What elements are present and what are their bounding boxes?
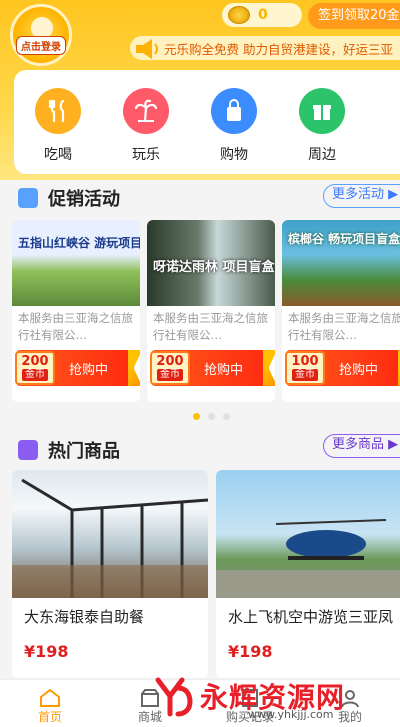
category-shopping[interactable]: 购物 bbox=[190, 70, 278, 174]
category-label: 吃喝 bbox=[44, 147, 72, 163]
coin-icon bbox=[228, 6, 250, 24]
watermark: 永辉资源网 www.yhkjjj.com bbox=[152, 664, 400, 727]
category-grid: 吃喝 玩乐 购物 周边 bbox=[14, 70, 400, 174]
megaphone-icon bbox=[136, 39, 158, 59]
coin-balance[interactable]: 0 bbox=[222, 3, 302, 27]
coin-unit: 金币 bbox=[22, 369, 48, 381]
promo-carousel[interactable]: 五指山红峡谷 游玩项目盲盒 本服务由三亚海之信旅行社有限公… 200 金币 抢购… bbox=[12, 220, 400, 402]
product-title: 大东海银泰自助餐 bbox=[24, 608, 145, 626]
promo-desc: 本服务由三亚海之信旅行社有限公… bbox=[288, 311, 400, 342]
product-image bbox=[216, 470, 400, 598]
promo-card[interactable]: 五指山红峡谷 游玩项目盲盒 本服务由三亚海之信旅行社有限公… 200 金币 抢购… bbox=[12, 220, 140, 402]
coin-box: 200 金币 bbox=[150, 351, 190, 385]
palm-tree-icon bbox=[123, 88, 169, 134]
coin-unit: 金币 bbox=[157, 369, 183, 381]
category-nearby[interactable]: 周边 bbox=[278, 70, 366, 174]
buy-status: 抢购中 bbox=[69, 362, 109, 378]
coin-balance-value: 0 bbox=[258, 7, 268, 23]
product-price: ¥198 bbox=[24, 642, 69, 661]
gift-icon bbox=[18, 188, 38, 208]
coin-amount: 200 bbox=[156, 354, 184, 369]
promo-card[interactable]: 呀诺达雨林 项目盲盒 本服务由三亚海之信旅行社有限公… 200 金币 抢购中 bbox=[147, 220, 275, 402]
section-title: 促销活动 bbox=[48, 189, 120, 210]
promo-image: 呀诺达雨林 项目盲盒 bbox=[147, 220, 275, 306]
more-activities-button[interactable]: 更多活动 ▶ bbox=[323, 184, 400, 208]
gift-icon bbox=[299, 88, 345, 134]
product-price: ¥198 bbox=[228, 642, 273, 661]
food-icon bbox=[35, 88, 81, 134]
section-title: 热门商品 bbox=[48, 441, 120, 462]
promo-image-caption: 槟榔谷 畅玩项目盲盒 bbox=[288, 232, 400, 246]
more-products-button[interactable]: 更多商品 ▶ bbox=[323, 434, 400, 458]
price-tag: 200 金币 抢购中 bbox=[150, 350, 269, 386]
category-label: 玩乐 bbox=[132, 147, 160, 163]
promo-card[interactable]: 槟榔谷 畅玩项目盲盒 本服务由三亚海之信旅行社有限公… 100 金币 抢购中 bbox=[282, 220, 400, 402]
promo-image: 槟榔谷 畅玩项目盲盒 bbox=[282, 220, 400, 306]
price-tag: 200 金币 抢购中 bbox=[15, 350, 134, 386]
more-label: 更多商品 bbox=[332, 437, 385, 452]
carousel-dot[interactable] bbox=[208, 413, 215, 420]
product-card[interactable]: 大东海银泰自助餐 ¥198 bbox=[12, 470, 208, 678]
hot-goods-icon bbox=[18, 440, 38, 460]
promo-image: 五指山红峡谷 游玩项目盲盒 bbox=[12, 220, 140, 306]
coin-amount: 100 bbox=[291, 354, 319, 369]
notice-bar[interactable]: 元乐购全免费 助力自贸港建设，好运三亚 bbox=[130, 36, 400, 60]
carousel-dot[interactable] bbox=[193, 413, 200, 420]
home-icon bbox=[40, 688, 60, 707]
promo-image-caption: 五指山红峡谷 游玩项目盲盒 bbox=[18, 236, 140, 250]
shopping-bag-icon bbox=[211, 88, 257, 134]
watermark-logo-icon bbox=[155, 677, 193, 716]
category-label: 购物 bbox=[220, 147, 248, 163]
hot-section-header: 热门商品 更多商品 ▶ bbox=[0, 434, 400, 468]
coin-box: 100 金币 bbox=[285, 351, 325, 385]
category-label: 周边 bbox=[308, 147, 336, 163]
product-title: 水上飞机空中游览三亚凤 bbox=[228, 608, 394, 626]
promo-desc: 本服务由三亚海之信旅行社有限公… bbox=[153, 311, 268, 342]
promo-section-header: 促销活动 更多活动 ▶ bbox=[0, 182, 400, 216]
watermark-url: www.yhkjjj.com bbox=[248, 708, 334, 721]
buy-status: 抢购中 bbox=[204, 362, 244, 378]
coin-unit: 金币 bbox=[292, 369, 318, 381]
more-label: 更多活动 bbox=[332, 187, 385, 202]
tag-tail bbox=[263, 350, 275, 386]
category-food[interactable]: 吃喝 bbox=[14, 70, 102, 174]
login-avatar-button[interactable]: 点击登录 bbox=[10, 4, 72, 66]
product-card[interactable]: 水上飞机空中游览三亚凤 ¥198 bbox=[216, 470, 400, 678]
nav-home[interactable]: 首页 bbox=[0, 680, 100, 727]
carousel-indicator bbox=[193, 413, 230, 420]
promo-desc: 本服务由三亚海之信旅行社有限公… bbox=[18, 311, 133, 342]
promo-image-caption: 呀诺达雨林 项目盲盒 bbox=[153, 260, 275, 275]
tag-tail bbox=[128, 350, 140, 386]
daily-signin-button[interactable]: 签到领取20金币 bbox=[308, 3, 400, 29]
buy-status: 抢购中 bbox=[339, 362, 379, 378]
coin-box: 200 金币 bbox=[15, 351, 55, 385]
carousel-dot[interactable] bbox=[223, 413, 230, 420]
product-image bbox=[12, 470, 208, 598]
nav-label: 首页 bbox=[37, 710, 62, 724]
notice-text: 元乐购全免费 助力自贸港建设，好运三亚 bbox=[164, 41, 393, 57]
login-label: 点击登录 bbox=[16, 36, 66, 55]
price-tag: 100 金币 抢购中 bbox=[285, 350, 400, 386]
coin-amount: 200 bbox=[21, 354, 49, 369]
category-fun[interactable]: 玩乐 bbox=[102, 70, 190, 174]
